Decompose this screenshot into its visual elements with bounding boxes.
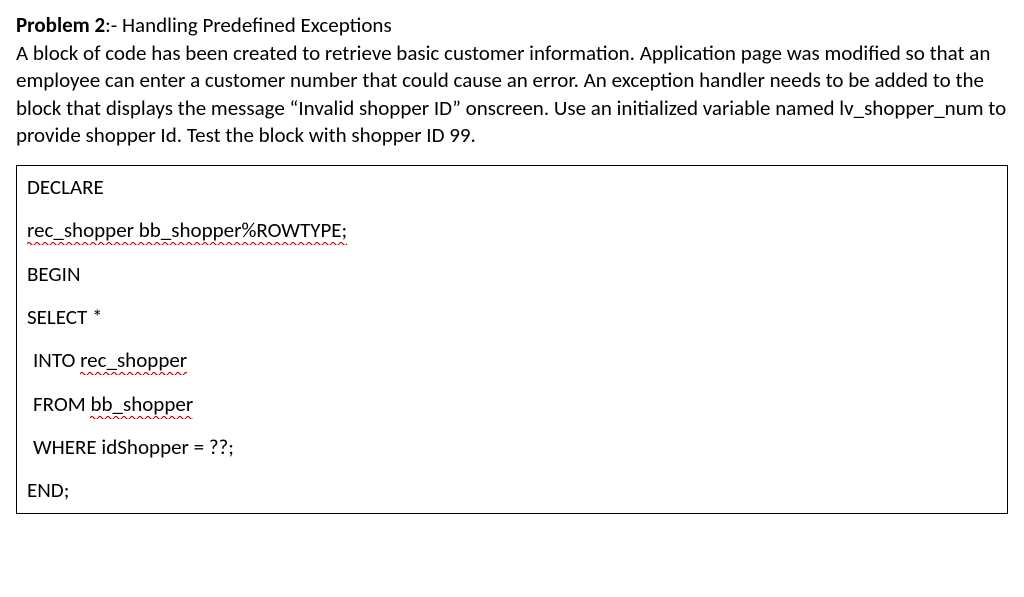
code-segment: rec_shopper — [80, 347, 187, 375]
code-segment: BEGIN — [27, 261, 81, 287]
problem-header: Problem 2:- Handling Predefined Exceptio… — [16, 12, 1008, 38]
code-line: END; — [27, 477, 997, 504]
code-segment: SELECT * — [27, 304, 102, 330]
code-box: DECLARE rec_shopper bb_shopper%ROWTYPE; BE… — [16, 165, 1008, 513]
code-segment: DECLARE — [27, 174, 104, 200]
problem-title: Problem 2 — [16, 12, 105, 38]
problem-body: A block of code has been created to retr… — [16, 40, 1008, 149]
code-line: SELECT * — [27, 304, 997, 331]
code-line: DECLARE — [27, 174, 997, 201]
code-line: INTO rec_shopper — [27, 347, 997, 374]
problem-subtitle: Handling Predefined Exceptions — [122, 12, 392, 38]
code-segment: rec_shopper bb_shopper%ROWTYPE; — [27, 217, 347, 245]
code-line: rec_shopper bb_shopper%ROWTYPE; — [27, 217, 997, 244]
code-line: FROM bb_shopper — [27, 391, 997, 418]
code-segment: INTO — [33, 347, 80, 373]
code-line: BEGIN — [27, 261, 997, 288]
code-segment: WHERE idShopper = ??; — [33, 434, 234, 460]
code-segment: FROM — [33, 391, 90, 417]
problem-separator: :- — [105, 12, 122, 38]
code-segment: bb_shopper — [90, 391, 193, 419]
code-segment: END; — [27, 477, 69, 503]
code-line: WHERE idShopper = ??; — [27, 434, 997, 461]
